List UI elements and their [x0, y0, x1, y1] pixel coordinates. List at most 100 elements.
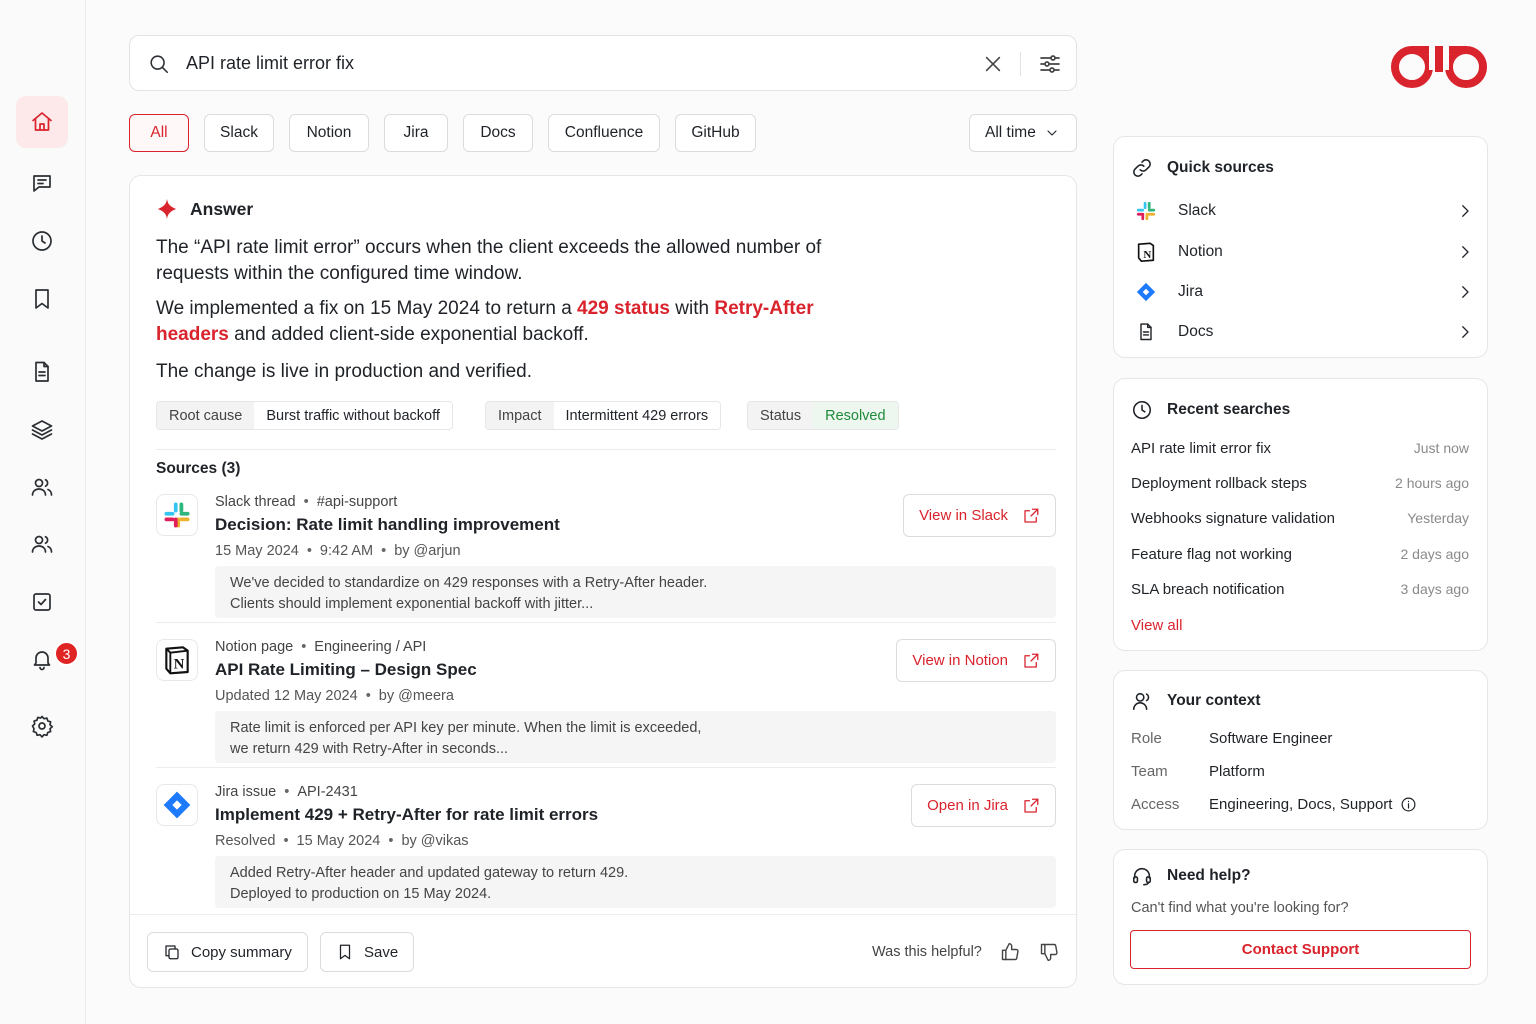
- recent-search-item[interactable]: Webhooks signature validation Yesterday: [1131, 510, 1469, 527]
- filter-sliders-icon[interactable]: [1038, 52, 1062, 76]
- team-icon: [31, 535, 53, 553]
- context-panel: Your context Role Software Engineer Team P…: [1113, 670, 1488, 830]
- brand-logo: [1391, 46, 1487, 88]
- info-icon[interactable]: [1400, 796, 1417, 813]
- source-title[interactable]: Implement 429 + Retry-After for rate lim…: [215, 805, 598, 825]
- source-type: Slack thread: [215, 494, 296, 510]
- divider: [156, 449, 1056, 450]
- nav-people[interactable]: [16, 461, 68, 513]
- nav-documents[interactable]: [16, 346, 68, 398]
- divider: [156, 622, 1056, 623]
- save-button[interactable]: Save: [320, 932, 415, 972]
- nav-settings[interactable]: [16, 700, 68, 752]
- copy-summary-button[interactable]: Copy summary: [147, 932, 308, 972]
- source-meta: Slack thread • #api-support: [215, 494, 397, 510]
- recent-search-item[interactable]: API rate limit error fix Just now: [1131, 440, 1469, 457]
- chevron-down-icon: [1047, 130, 1057, 136]
- context-row-role: Role Software Engineer: [1131, 730, 1332, 747]
- source-title[interactable]: Decision: Rate limit handling improvemen…: [215, 515, 560, 535]
- source-context: #api-support: [316, 494, 398, 510]
- source-item-slack: Slack thread • #api-support Decision: Rate…: [156, 494, 1056, 624]
- quick-source-jira[interactable]: Jira: [1134, 274, 1474, 310]
- filter-chip-confluence[interactable]: Confluence: [548, 114, 660, 152]
- source-subtitle: Resolved • 15 May 2024 • by @vikas: [215, 833, 469, 849]
- gear-icon: [31, 715, 54, 738]
- separator-dot: •: [301, 639, 307, 655]
- answer-highlight: 429 status: [577, 298, 670, 319]
- users-icon: [31, 478, 53, 496]
- search-input[interactable]: [186, 48, 946, 78]
- filter-chip-notion[interactable]: Notion: [289, 114, 369, 152]
- help-panel: Need help? Can't find what you're lookin…: [1113, 849, 1488, 985]
- context-value: Software Engineer: [1209, 730, 1333, 747]
- jira-icon: [163, 791, 191, 819]
- tag-impact: Impact Intermittent 429 errors: [485, 401, 722, 430]
- source-item-notion: N Notion page • Engineering / API API Rate…: [156, 639, 1056, 769]
- panel-title: Recent searches: [1167, 401, 1291, 418]
- tag-key: Status: [748, 402, 814, 429]
- notification-badge: 3: [54, 641, 79, 666]
- source-item-jira: Jira issue • API-2431 Implement 429 + Retr…: [156, 784, 1056, 914]
- separator-dot: •: [283, 833, 289, 849]
- tag-key: Root cause: [157, 402, 255, 429]
- context-row-access: Access Engineering, Docs, Support: [1131, 796, 1417, 813]
- nav-chat[interactable]: [16, 157, 68, 209]
- open-in-jira-button[interactable]: Open in Jira: [911, 784, 1056, 827]
- clock-icon: [1132, 400, 1152, 420]
- quick-source-docs[interactable]: Docs: [1134, 314, 1474, 350]
- quick-source-slack[interactable]: Slack: [1134, 193, 1474, 229]
- clock-icon: [32, 231, 52, 251]
- view-all-link[interactable]: View all: [1131, 617, 1182, 634]
- view-in-slack-button[interactable]: View in Slack: [903, 494, 1056, 537]
- filter-chip-jira[interactable]: Jira: [384, 114, 448, 152]
- thumbs-down-icon[interactable]: [1039, 942, 1059, 962]
- nav-history[interactable]: [16, 215, 68, 267]
- answer-text: and added client-side exponential backof…: [228, 324, 589, 345]
- tag-value: Intermittent 429 errors: [553, 402, 721, 429]
- source-title[interactable]: API Rate Limiting – Design Spec: [215, 660, 477, 680]
- context-value: Platform: [1209, 763, 1265, 780]
- panel-title: Your context: [1167, 692, 1261, 709]
- sparkle-icon: [157, 198, 177, 220]
- contact-support-button[interactable]: Contact Support: [1130, 930, 1471, 969]
- source-snippet: We've decided to standardize on 429 resp…: [215, 566, 1056, 618]
- recent-query: Deployment rollback steps: [1131, 475, 1307, 492]
- filter-chip-all[interactable]: All: [129, 114, 189, 152]
- source-author: by @arjun: [394, 543, 461, 559]
- bookmark-icon: [339, 944, 351, 960]
- filter-chip-docs[interactable]: Docs: [463, 114, 533, 152]
- bookmark-icon: [35, 289, 49, 309]
- notion-icon: N: [165, 646, 189, 675]
- recent-search-item[interactable]: Feature flag not working 2 days ago: [1131, 546, 1469, 563]
- divider: [156, 767, 1056, 768]
- nav-bookmarks[interactable]: [16, 273, 68, 325]
- recent-search-item[interactable]: Deployment rollback steps 2 hours ago: [1131, 475, 1469, 492]
- recent-time: Yesterday: [1407, 510, 1469, 526]
- source-date: 15 May 2024: [296, 833, 381, 849]
- chat-icon: [33, 175, 51, 192]
- filter-chip-github[interactable]: GitHub: [675, 114, 756, 152]
- tag-status: Status Resolved: [747, 401, 899, 430]
- layers-icon: [31, 420, 53, 440]
- chevron-right-icon: [1462, 246, 1469, 258]
- quick-source-notion[interactable]: N Notion: [1134, 234, 1474, 270]
- snippet-line: we return 429 with Retry-After in second…: [230, 741, 509, 757]
- source-meta: Jira issue • API-2431: [215, 784, 358, 800]
- recent-search-item[interactable]: SLA breach notification 3 days ago: [1131, 581, 1469, 598]
- recent-time: 3 days ago: [1400, 581, 1470, 597]
- source-time: 9:42 AM: [319, 543, 374, 559]
- nav-home[interactable]: [16, 96, 68, 148]
- nav-teams[interactable]: [16, 518, 68, 570]
- time-range-dropdown[interactable]: All time: [969, 114, 1077, 152]
- close-icon[interactable]: [982, 53, 1004, 75]
- source-author: by @meera: [378, 688, 454, 704]
- panel-title: Need help?: [1167, 867, 1251, 884]
- svg-text:N: N: [174, 657, 185, 673]
- chevron-right-icon: [1462, 205, 1469, 217]
- filter-chip-slack[interactable]: Slack: [204, 114, 274, 152]
- recent-query: API rate limit error fix: [1131, 440, 1272, 457]
- nav-layers[interactable]: [16, 404, 68, 456]
- view-in-notion-button[interactable]: View in Notion: [896, 639, 1056, 682]
- thumbs-up-icon[interactable]: [1000, 942, 1020, 962]
- nav-tasks[interactable]: [16, 576, 68, 628]
